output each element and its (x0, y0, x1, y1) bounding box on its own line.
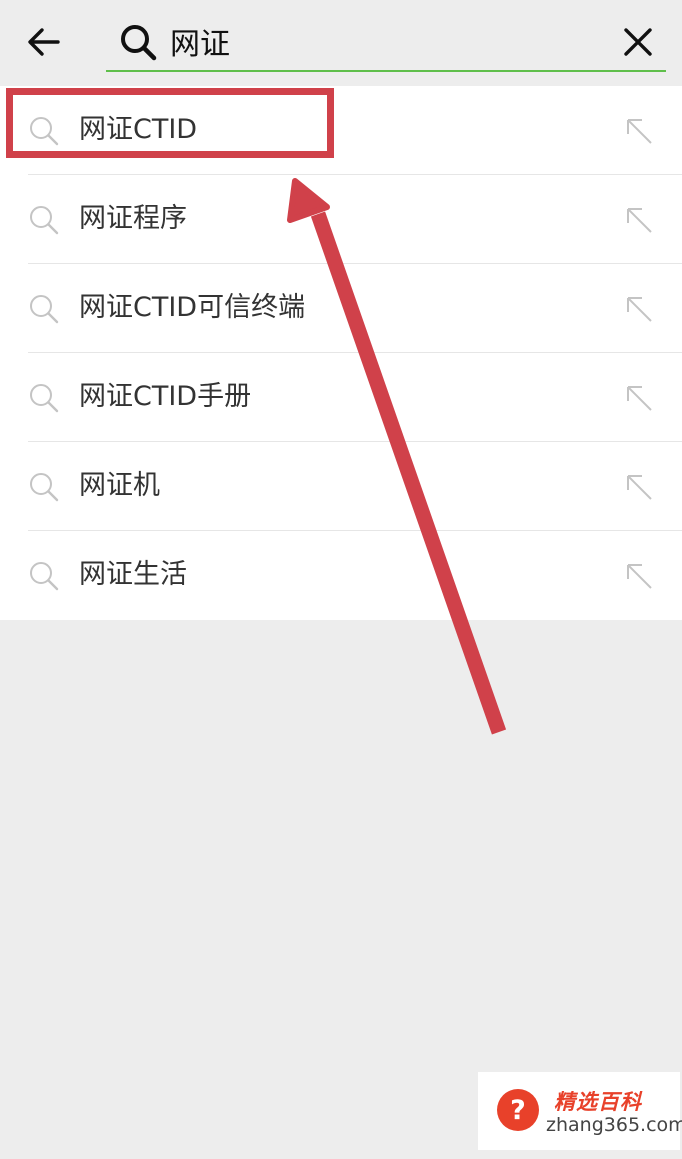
search-icon (30, 473, 59, 502)
suggestion-label: 网证程序 (79, 203, 187, 234)
suggestion-label: 网证CTID手册 (79, 381, 252, 412)
suggestion-item[interactable]: 网证机 (0, 442, 682, 531)
watermark-badge-symbol: ? (510, 1095, 526, 1126)
search-icon (30, 117, 59, 146)
watermark: ? 精选百科 zhang365.com (478, 1072, 682, 1150)
search-icon (30, 295, 59, 324)
search-icon (30, 206, 59, 235)
watermark-name: 精选百科 (554, 1090, 642, 1114)
close-icon (624, 28, 652, 56)
suggestion-label: 网证生活 (79, 559, 187, 590)
arrow-left-icon (28, 28, 60, 56)
back-button[interactable] (22, 20, 66, 64)
arrow-up-left-icon[interactable] (624, 472, 654, 502)
arrow-up-left-icon[interactable] (624, 116, 654, 146)
suggestion-item[interactable]: 网证CTID (0, 86, 682, 175)
arrow-up-left-icon[interactable] (624, 561, 654, 591)
clear-search-button[interactable] (618, 22, 658, 62)
arrow-up-left-icon[interactable] (624, 294, 654, 324)
search-icon (30, 562, 59, 591)
suggestion-item[interactable]: 网证CTID手册 (0, 353, 682, 442)
arrow-up-left-icon[interactable] (624, 205, 654, 235)
suggestion-item[interactable]: 网证CTID可信终端 (0, 264, 682, 353)
suggestion-label: 网证CTID可信终端 (79, 292, 306, 323)
suggestion-list: 网证CTID 网证程序 网证CTID可信终端 网证CTID手册 网证机 网证生活 (0, 86, 682, 620)
search-icon (121, 25, 157, 61)
question-badge-icon: ? (497, 1089, 539, 1131)
suggestion-label: 网证机 (79, 470, 160, 501)
arrow-up-left-icon[interactable] (624, 383, 654, 413)
watermark-url: zhang365.com (546, 1114, 682, 1136)
search-input[interactable] (170, 20, 600, 62)
suggestion-label: 网证CTID (79, 114, 198, 145)
suggestion-item[interactable]: 网证程序 (0, 175, 682, 264)
search-header (0, 0, 682, 86)
suggestion-item[interactable]: 网证生活 (0, 531, 682, 620)
search-icon (30, 384, 59, 413)
search-box (106, 12, 666, 72)
